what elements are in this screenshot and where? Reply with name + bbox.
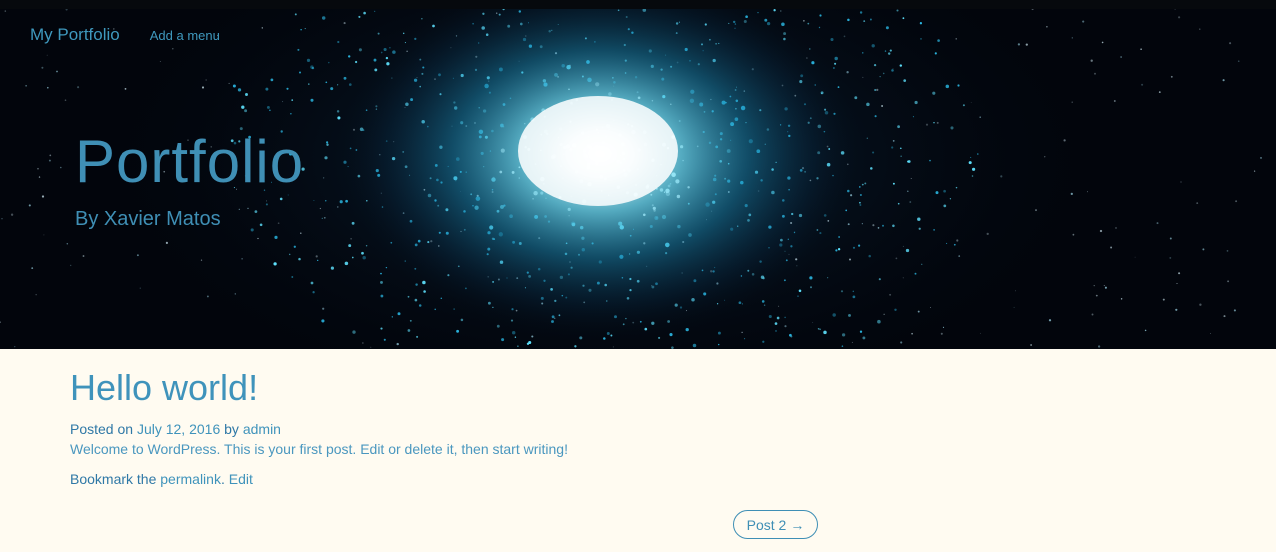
site-title: Portfolio [75,128,305,195]
add-menu-link[interactable]: Add a menu [150,28,220,43]
next-post-button[interactable]: Post 2 → [733,510,818,539]
next-post-label: Post 2 [746,516,787,533]
edit-link[interactable]: Edit [229,471,253,487]
post-date-link[interactable]: July 12, 2016 [137,421,220,437]
post-meta: Posted on July 12, 2016 by admin [70,420,1220,438]
bookmark-label: Bookmark the [70,471,157,487]
arrow-right-icon: → [790,516,805,533]
site-tagline: By Xavier Matos [75,208,221,230]
permalink-link[interactable]: permalink [160,471,221,487]
footer-separator: . [220,471,225,487]
header-hero: My Portfolio Add a menu Portfolio By Xav… [0,9,1276,349]
site-brand-link[interactable]: My Portfolio [30,25,120,45]
post-article: Hello world! Posted on July 12, 2016 by … [70,368,1220,488]
main-content: Hello world! Posted on July 12, 2016 by … [70,349,1220,488]
top-nav: My Portfolio Add a menu [30,25,220,45]
post-footer: Bookmark the permalink. Edit [70,470,1220,488]
author-link[interactable]: admin [243,421,281,437]
post-body: Welcome to WordPress. This is your first… [70,441,568,457]
posted-on-label: Posted on [70,421,134,437]
post-title-link[interactable]: Hello world! [70,368,1220,408]
by-label: by [224,421,239,437]
top-strip [0,0,1276,9]
